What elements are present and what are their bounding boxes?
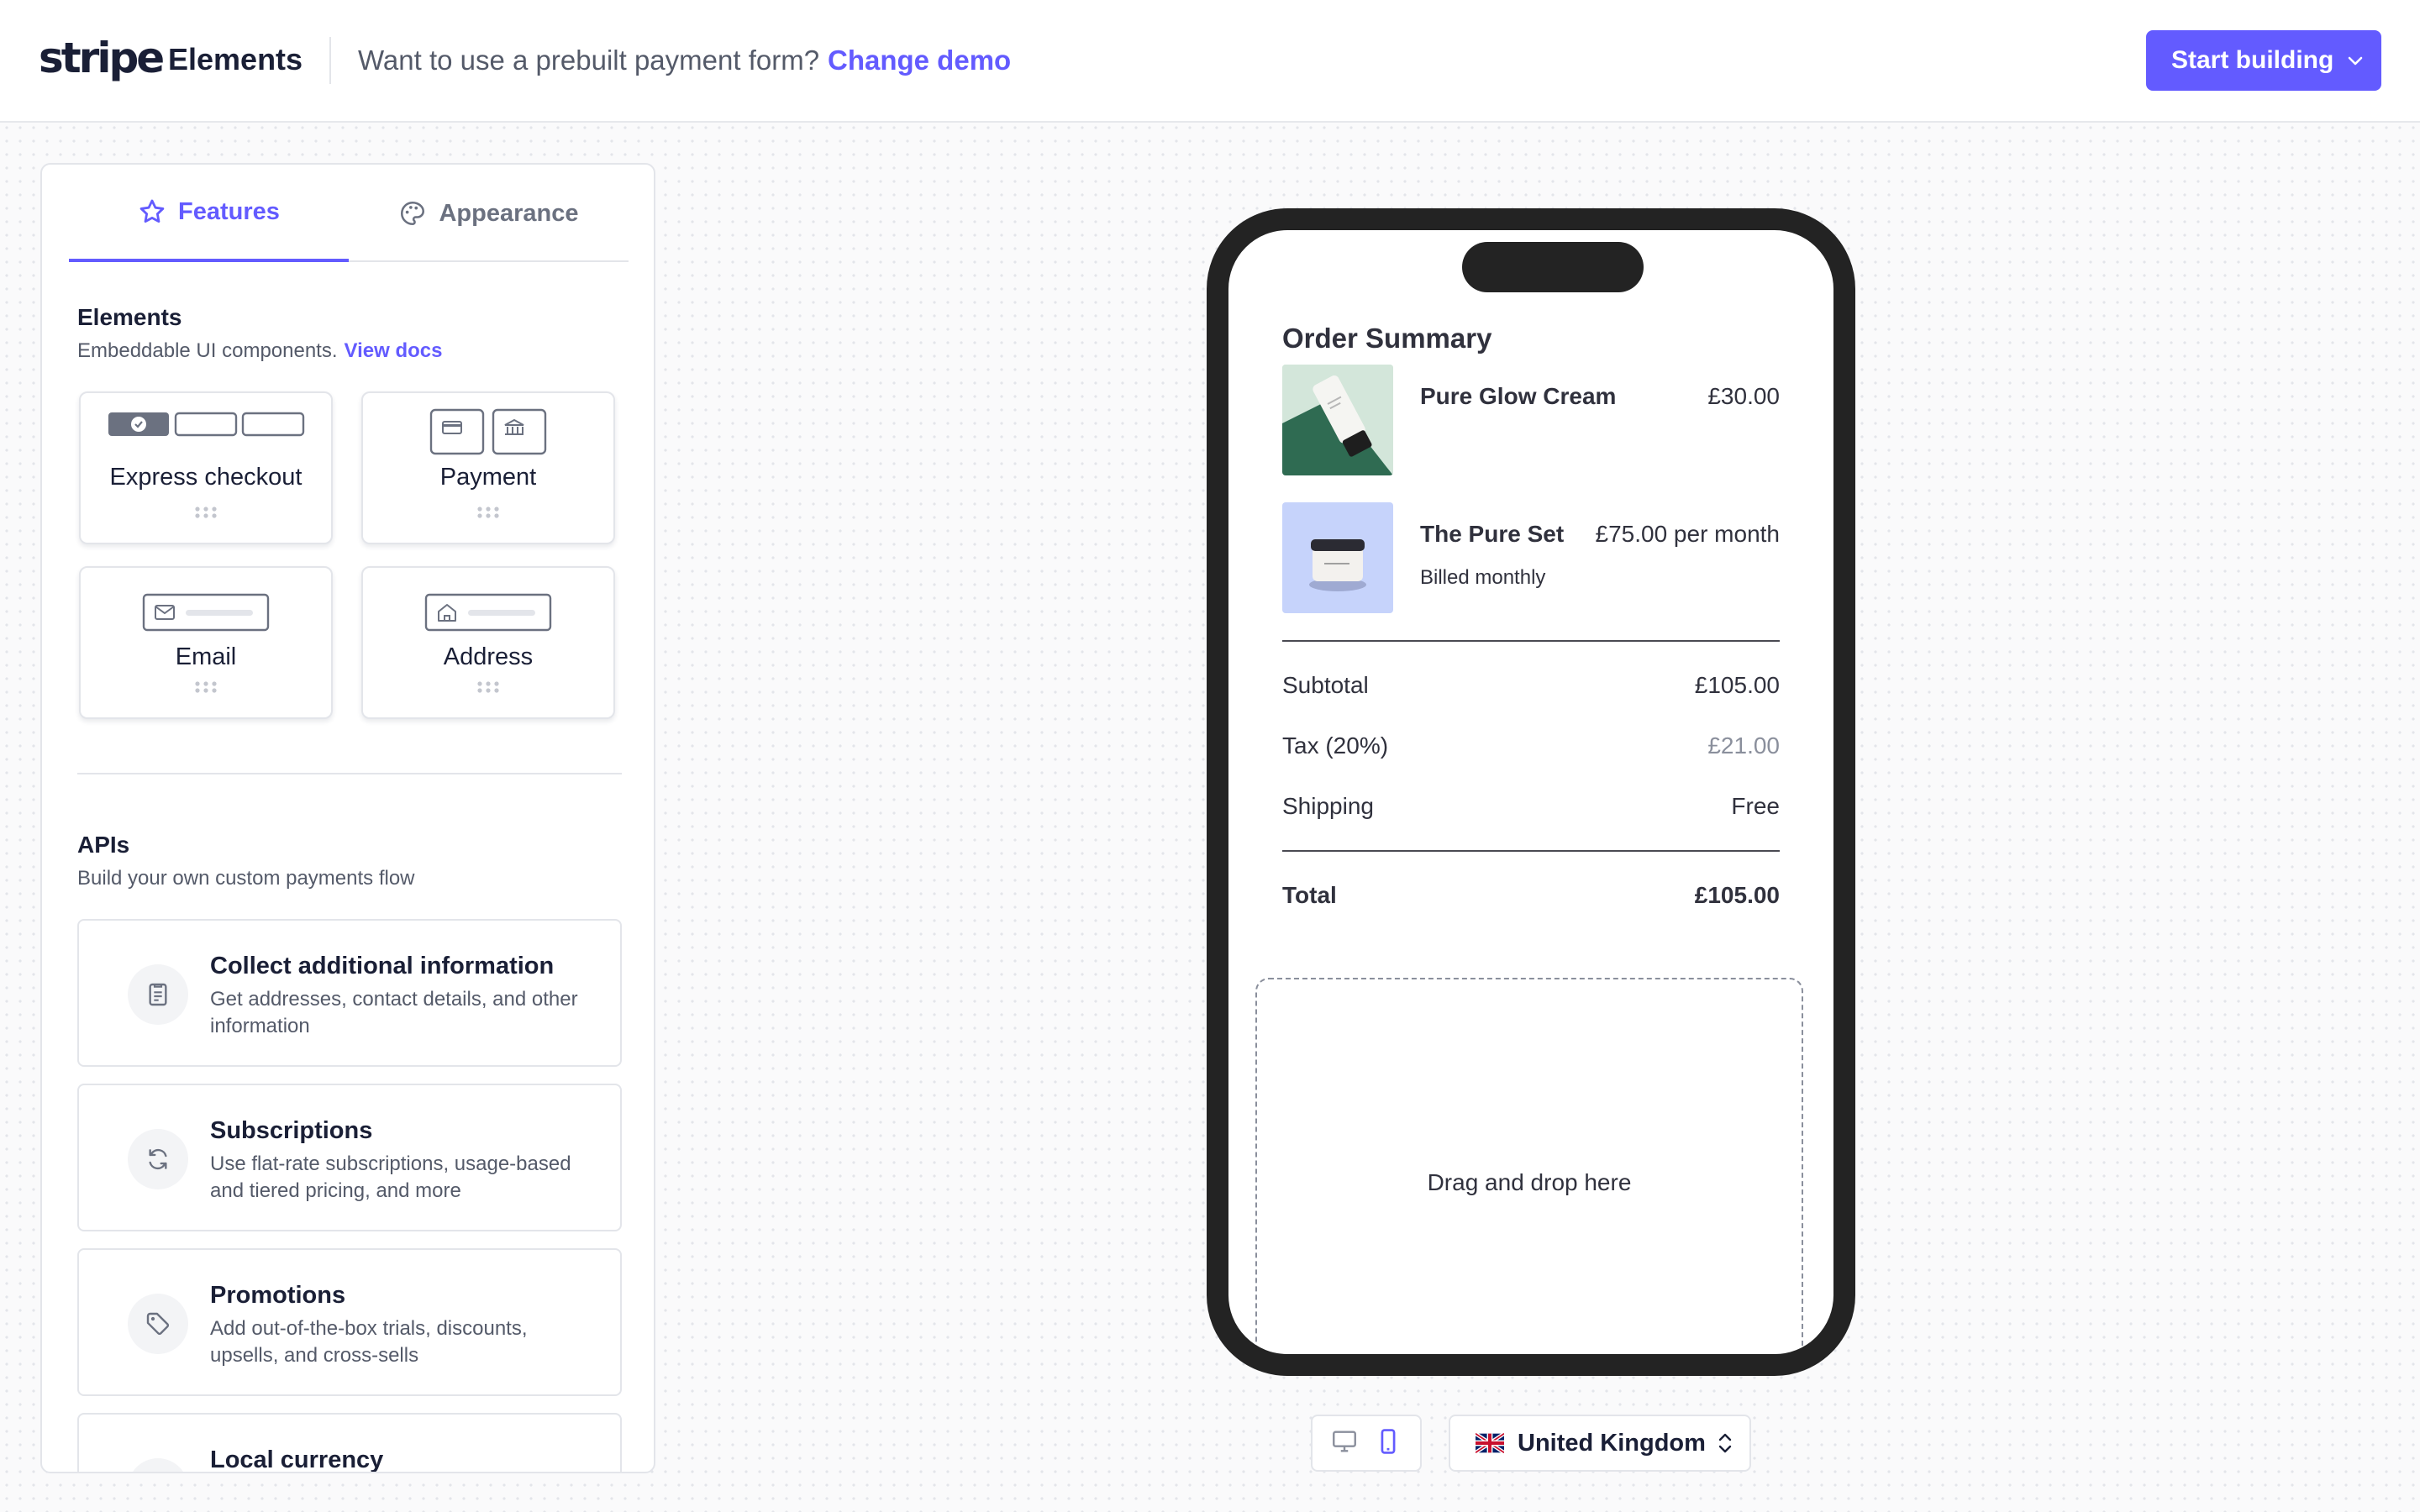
subtotal-value: £105.00 [1694, 672, 1780, 698]
express-checkout-label: Express checkout [109, 464, 302, 491]
address-visual [363, 593, 613, 632]
star-icon [139, 199, 165, 223]
desktop-icon [1333, 1430, 1356, 1452]
chevron-up-down-icon [1718, 1433, 1732, 1453]
currency-icon [128, 1458, 188, 1472]
phone-preview: Order Summary Pure Glow Cream £30.00 The… [1207, 208, 1855, 1376]
desktop-view-button[interactable] [1330, 1427, 1359, 1460]
payment-label: Payment [439, 464, 537, 491]
country-label: United Kingdom [1518, 1429, 1706, 1457]
view-docs-link[interactable]: View docs [345, 339, 443, 362]
apis-heading: APIs [77, 832, 130, 858]
drag-handle-icon[interactable] [476, 680, 501, 694]
drag-handle-icon[interactable] [476, 506, 501, 519]
chevron-down-icon [2349, 56, 2363, 66]
item-price: £30.00 [1707, 383, 1780, 409]
elements-subtitle: Embeddable UI components. View docs [77, 339, 442, 363]
express-checkout-visual [81, 408, 331, 438]
api-card-local-currency[interactable]: Local currency [77, 1413, 622, 1473]
api-card-title: Local currency [210, 1446, 384, 1473]
api-card-subscriptions[interactable]: Subscriptions Use flat-rate subscription… [77, 1084, 622, 1231]
tab-appearance[interactable]: Appearance [349, 165, 629, 262]
address-label: Address [443, 643, 534, 670]
section-divider [77, 773, 622, 774]
features-panel: Features Appearance Elements Embeddable … [40, 163, 655, 1473]
change-demo-link[interactable]: Change demo [828, 45, 1011, 76]
address-field-icon [424, 593, 552, 632]
item-price: £75.00 per month [1595, 521, 1781, 547]
email-label: Email [175, 643, 237, 670]
api-card-desc: Use flat-rate subscriptions, usage-based… [210, 1152, 571, 1202]
top-bar: stripe Elements Want to use a prebuilt p… [0, 0, 2420, 123]
api-card-desc: Get addresses, contact details, and othe… [210, 988, 578, 1037]
palette-icon [401, 201, 425, 226]
mobile-view-button[interactable] [1374, 1427, 1402, 1460]
refresh-icon [128, 1129, 188, 1189]
subtotal-label: Subtotal [1282, 672, 1369, 698]
api-card-title: Promotions [210, 1282, 346, 1309]
mobile-icon [1381, 1428, 1396, 1454]
tab-features[interactable]: Features [69, 165, 349, 262]
tax-value: £21.00 [1707, 732, 1780, 759]
header-divider [329, 37, 331, 84]
api-card-desc: Add out-of-the-box trials, discounts, up… [210, 1317, 528, 1367]
tab-appearance-label: Appearance [439, 199, 579, 227]
api-card-title: Collect additional information [210, 953, 555, 979]
api-card-title: Subscriptions [210, 1117, 373, 1144]
item-name: Pure Glow Cream [1420, 383, 1617, 409]
product-image-glow-cream [1282, 365, 1393, 475]
tax-label: Tax (20%) [1282, 732, 1389, 759]
tag-icon [128, 1294, 188, 1354]
uk-flag-icon [1476, 1433, 1504, 1453]
item-billing-note: Billed monthly [1420, 566, 1546, 589]
order-summary-title: Order Summary [1282, 323, 1492, 354]
api-card-collect-info[interactable]: Collect additional information Get addre… [77, 919, 622, 1067]
card-and-bank-icon [429, 408, 547, 455]
item-name: The Pure Set [1420, 521, 1565, 547]
phone-notch [1462, 242, 1644, 292]
total-value: £105.00 [1694, 882, 1780, 908]
elements-subtitle-text: Embeddable UI components. [77, 339, 338, 362]
panel-tabs: Features Appearance [69, 165, 629, 262]
stripe-logo[interactable]: stripe [39, 34, 165, 82]
shipping-label: Shipping [1282, 793, 1374, 819]
document-icon [128, 964, 188, 1025]
summary-divider [1282, 850, 1780, 852]
country-select[interactable]: United Kingdom [1449, 1415, 1751, 1472]
start-building-button[interactable]: Start building [2146, 30, 2381, 91]
drop-zone-text: Drag and drop here [1427, 1169, 1632, 1195]
payment-tile[interactable]: Payment [361, 391, 615, 544]
device-toggle [1311, 1415, 1422, 1472]
elements-heading: Elements [77, 304, 182, 330]
email-tile[interactable]: Email [79, 566, 333, 719]
summary-divider [1282, 640, 1780, 642]
apis-subtitle: Build your own custom payments flow [77, 867, 415, 890]
express-checkout-tile[interactable]: Express checkout [79, 391, 333, 544]
prebuilt-question: Want to use a prebuilt payment form? [358, 45, 820, 76]
email-field-icon [142, 593, 270, 632]
email-visual [81, 593, 331, 632]
api-card-promotions[interactable]: Promotions Add out-of-the-box trials, di… [77, 1248, 622, 1396]
tab-features-label: Features [178, 197, 280, 225]
page-title: Elements [168, 42, 303, 76]
drop-zone[interactable]: Drag and drop here [1255, 978, 1803, 1354]
address-tile[interactable]: Address [361, 566, 615, 719]
drag-handle-icon[interactable] [193, 680, 218, 694]
express-checkout-buttons-icon [108, 412, 305, 437]
shipping-value: Free [1731, 793, 1780, 819]
payment-visual [363, 408, 613, 455]
total-label: Total [1282, 882, 1337, 908]
drag-handle-icon[interactable] [193, 506, 218, 519]
product-image-pure-set [1282, 502, 1393, 613]
start-building-label: Start building [2171, 46, 2334, 74]
